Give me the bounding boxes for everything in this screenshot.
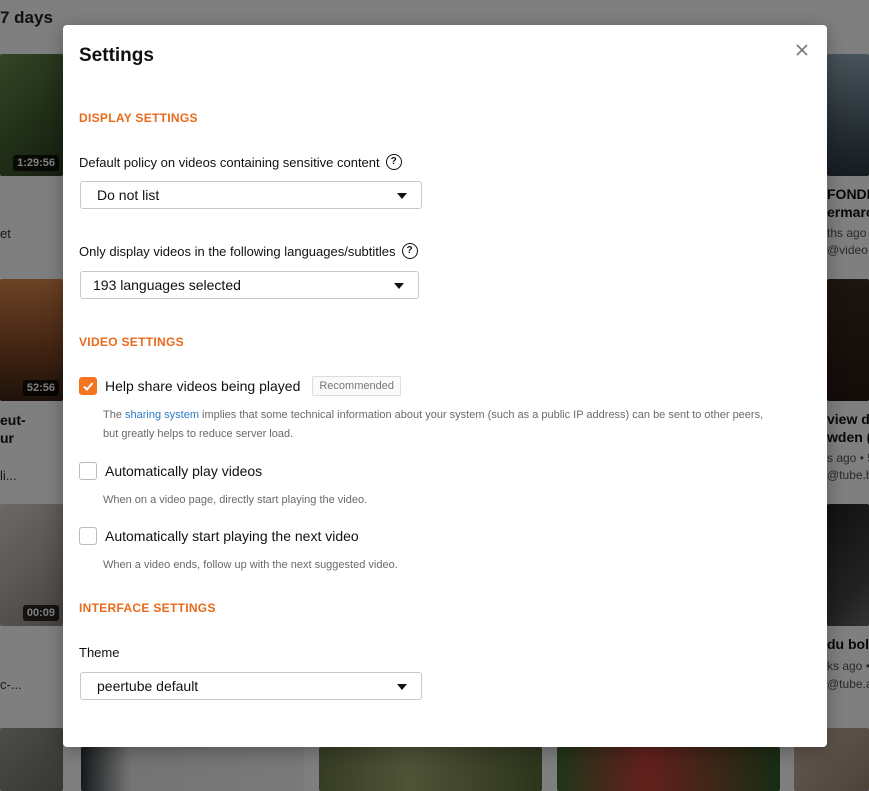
autonext-label[interactable]: Automatically start playing the next vid… [105,528,359,544]
sensitive-content-select[interactable]: Do not list [80,181,422,209]
autoplay-checkbox[interactable] [79,462,97,480]
settings-modal: Settings DISPLAY SETTINGS Default policy… [63,25,827,747]
autonext-option: Automatically start playing the next vid… [79,527,359,545]
modal-title: Settings [79,45,154,66]
autonext-checkbox[interactable] [79,527,97,545]
close-button[interactable] [791,39,813,61]
sensitive-content-label-text: Default policy on videos containing sens… [79,154,380,170]
theme-label: Theme [79,645,119,660]
chevron-down-icon [394,283,404,289]
p2p-desc-prefix: The [103,409,126,421]
languages-value: 193 languages selected [93,277,241,293]
theme-select[interactable]: peertube default [80,672,422,700]
autonext-description: When a video ends, follow up with the ne… [103,559,398,571]
languages-label-text: Only display videos in the following lan… [79,243,396,259]
autoplay-option: Automatically play videos [79,462,262,480]
chevron-down-icon [397,684,407,690]
autoplay-label[interactable]: Automatically play videos [105,463,262,479]
p2p-checkbox[interactable] [79,377,97,395]
p2p-desc-line1: implies that some technical information … [199,409,764,421]
p2p-option: Help share videos being played Recommend… [79,376,401,396]
close-icon [796,44,808,56]
help-icon[interactable]: ? [401,243,418,259]
chevron-down-icon [397,193,407,199]
help-icon[interactable]: ? [385,154,402,170]
p2p-desc-line2: but greatly helps to reduce server load. [103,428,294,440]
video-settings-heading: VIDEO SETTINGS [79,335,184,349]
sharing-system-link[interactable]: sharing system [125,409,199,421]
sensitive-content-label: Default policy on videos containing sens… [79,154,402,170]
recommended-badge: Recommended [312,376,401,396]
checkmark-icon [83,382,94,391]
p2p-description: The sharing system implies that some tec… [103,406,763,444]
autoplay-description: When on a video page, directly start pla… [103,494,368,506]
theme-label-text: Theme [79,645,120,660]
sensitive-content-value: Do not list [97,187,160,203]
p2p-label[interactable]: Help share videos being played [105,378,300,394]
display-settings-heading: DISPLAY SETTINGS [79,111,198,125]
interface-settings-heading: INTERFACE SETTINGS [79,601,216,615]
theme-value: peertube default [97,678,199,694]
languages-select[interactable]: 193 languages selected [80,271,419,299]
languages-label: Only display videos in the following lan… [79,243,418,259]
